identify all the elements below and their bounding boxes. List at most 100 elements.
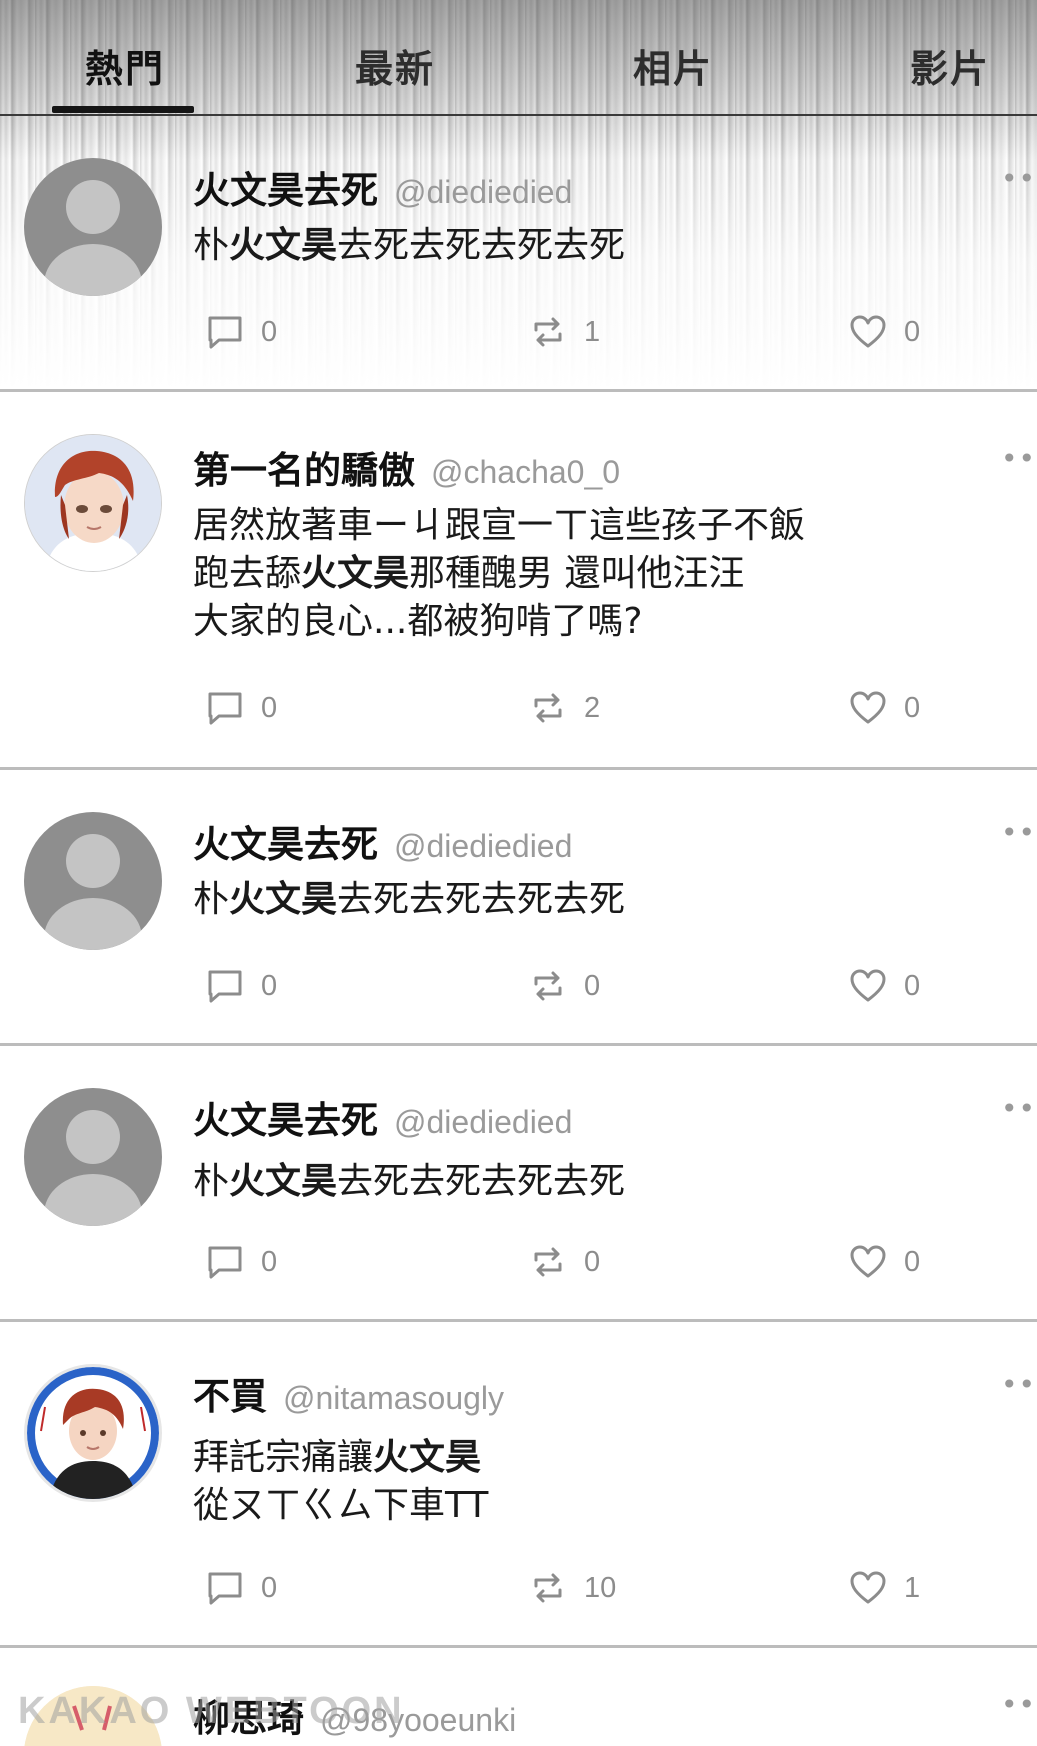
like-count: 0 — [904, 1245, 921, 1278]
repost-button[interactable]: 2 — [528, 688, 600, 728]
author-name[interactable]: 第一名的驕傲 — [193, 449, 415, 492]
like-count: 1 — [904, 1571, 921, 1604]
like-button[interactable]: 0 — [848, 688, 920, 728]
post-actions: 0 0 0 — [0, 1242, 1037, 1282]
post-author: 火文昊去死 @diediedied — [193, 814, 572, 868]
more-options-icon[interactable]: ••• — [1001, 445, 1037, 473]
tab-photos[interactable]: 相片 — [603, 38, 743, 93]
reply-count: 0 — [261, 1571, 278, 1604]
more-options-icon[interactable]: ••• — [1001, 165, 1037, 193]
tab-videos[interactable]: 影片 — [880, 38, 1020, 93]
repost-button[interactable]: 0 — [528, 1242, 600, 1282]
heart-icon — [850, 315, 886, 348]
avatar-head — [66, 834, 120, 888]
reply-icon — [208, 1246, 242, 1279]
author-handle[interactable]: @diediedied — [394, 828, 572, 864]
default-avatar[interactable] — [24, 158, 162, 296]
repost-icon — [534, 693, 562, 723]
illustrated-avatar-blue-circle[interactable] — [24, 1364, 162, 1502]
post-text-segment: 去死去死去死去死 — [337, 879, 626, 920]
post-text: 拜託宗痛讓火文昊 從ㄡㄒㄍㄙ下車TT — [193, 1434, 488, 1530]
like-count: 0 — [904, 969, 921, 1002]
reply-button[interactable]: 0 — [205, 1242, 277, 1282]
repost-count: 0 — [584, 969, 601, 1002]
heart-icon — [850, 969, 886, 1002]
post-text-segment: 從ㄡㄒㄍㄙ下車TT — [193, 1485, 489, 1526]
avatar-illustration — [27, 1367, 159, 1499]
post-card[interactable]: 不買 @nitamasougly ••• 拜託宗痛讓火文昊 從ㄡㄒㄍㄙ下車TT 0… — [0, 1322, 1037, 1648]
post-author: 火文昊去死 @diediedied — [193, 1090, 572, 1144]
author-handle[interactable]: @diediedied — [394, 174, 572, 210]
post-text: 居然放著車ーㄐ跟宣一ㄒ這些孩子不飯 跑去舔火文昊那種醜男 還叫他汪汪 大家的良心… — [193, 502, 805, 646]
default-avatar[interactable] — [24, 1088, 162, 1226]
like-button[interactable]: 1 — [848, 1568, 920, 1608]
more-options-icon[interactable]: ••• — [1001, 819, 1037, 847]
heart-icon — [850, 1571, 886, 1604]
tab-latest[interactable]: 最新 — [325, 38, 465, 93]
repost-button[interactable]: 0 — [528, 966, 600, 1006]
post-text: 朴火文昊去死去死去死去死 — [193, 222, 625, 270]
reply-count: 0 — [261, 969, 278, 1002]
repost-count: 0 — [584, 1245, 601, 1278]
author-name[interactable]: 火文昊去死 — [193, 169, 378, 212]
avatar-head — [66, 1110, 120, 1164]
more-options-icon[interactable]: ••• — [1001, 1371, 1037, 1399]
repost-count: 1 — [584, 315, 601, 348]
reply-count: 0 — [261, 315, 278, 348]
post-text-highlight: 火文昊 — [229, 225, 338, 266]
post-text-highlight: 火文昊 — [373, 1437, 482, 1478]
avatar-body — [44, 1174, 142, 1226]
post-actions: 0 2 0 — [0, 688, 1037, 728]
repost-icon — [534, 1247, 562, 1277]
post-actions: 0 1 0 — [0, 312, 1037, 352]
post-text-segment: 朴 — [193, 1161, 230, 1202]
post-actions: 0 10 1 — [0, 1568, 1037, 1608]
reply-button[interactable]: 0 — [205, 966, 277, 1006]
tab-bar: 熱門 最新 相片 影片 — [0, 0, 1037, 116]
repost-icon — [534, 1573, 562, 1603]
like-button[interactable]: 0 — [848, 312, 920, 352]
post-card[interactable]: 火文昊去死 @diediedied ••• 朴火文昊去死去死去死去死 0 0 0 — [0, 1046, 1037, 1322]
illustrated-avatar-red-hair[interactable] — [24, 434, 162, 572]
author-handle[interactable]: @nitamasougly — [283, 1380, 504, 1416]
avatar-illustration — [25, 435, 161, 571]
post-card[interactable]: 火文昊去死 @diediedied ••• 朴火文昊去死去死去死去死 0 0 0 — [0, 770, 1037, 1046]
reply-button[interactable]: 0 — [205, 688, 277, 728]
like-button[interactable]: 0 — [848, 966, 920, 1006]
post-text-highlight: 火文昊 — [229, 879, 338, 920]
post-text: 朴火文昊去死去死去死去死 — [193, 1158, 625, 1206]
post-card[interactable]: 火文昊去死 @diediedied ••• 朴火文昊去死去死去死去死 0 1 0 — [0, 116, 1037, 392]
active-tab-indicator — [52, 106, 194, 113]
post-text-segment: 朴 — [193, 225, 230, 266]
tab-hot[interactable]: 熱門 — [55, 38, 195, 93]
like-button[interactable]: 0 — [848, 1242, 920, 1282]
reply-icon — [208, 970, 242, 1003]
repost-button[interactable]: 1 — [528, 312, 600, 352]
author-name[interactable]: 火文昊去死 — [193, 823, 378, 866]
reply-count: 0 — [261, 1245, 278, 1278]
reply-icon — [208, 692, 242, 725]
post-card[interactable]: 第一名的驕傲 @chacha0_0 ••• 居然放著車ーㄐ跟宣一ㄒ這些孩子不飯 跑… — [0, 392, 1037, 770]
author-handle[interactable]: @diediedied — [394, 1104, 572, 1140]
post-text-highlight: 火文昊 — [301, 553, 410, 594]
author-name[interactable]: 火文昊去死 — [193, 1099, 378, 1142]
reply-button[interactable]: 0 — [205, 312, 277, 352]
post-author: 第一名的驕傲 @chacha0_0 — [193, 440, 620, 494]
post-text-segment: 去死去死去死去死 — [337, 1161, 626, 1202]
avatar-body — [44, 244, 142, 296]
post-actions: 0 0 0 — [0, 966, 1037, 1006]
repost-count: 2 — [584, 691, 601, 724]
post-text-segment: 朴 — [193, 879, 230, 920]
post-text-segment: 去死去死去死去死 — [337, 225, 626, 266]
more-options-icon[interactable]: ••• — [1001, 1095, 1037, 1123]
reply-button[interactable]: 0 — [205, 1568, 277, 1608]
avatar-body — [44, 898, 142, 950]
default-avatar[interactable] — [24, 812, 162, 950]
heart-icon — [850, 1245, 886, 1278]
repost-icon — [534, 317, 562, 347]
author-handle[interactable]: @chacha0_0 — [431, 454, 620, 490]
repost-button[interactable]: 10 — [528, 1568, 616, 1608]
feed-page: 熱門 最新 相片 影片 火文昊去死@diediedied ••• 朴火文昊去死去… — [0, 0, 1037, 1746]
more-options-icon[interactable]: ••• — [1001, 1691, 1037, 1719]
author-name[interactable]: 不買 — [193, 1375, 267, 1418]
